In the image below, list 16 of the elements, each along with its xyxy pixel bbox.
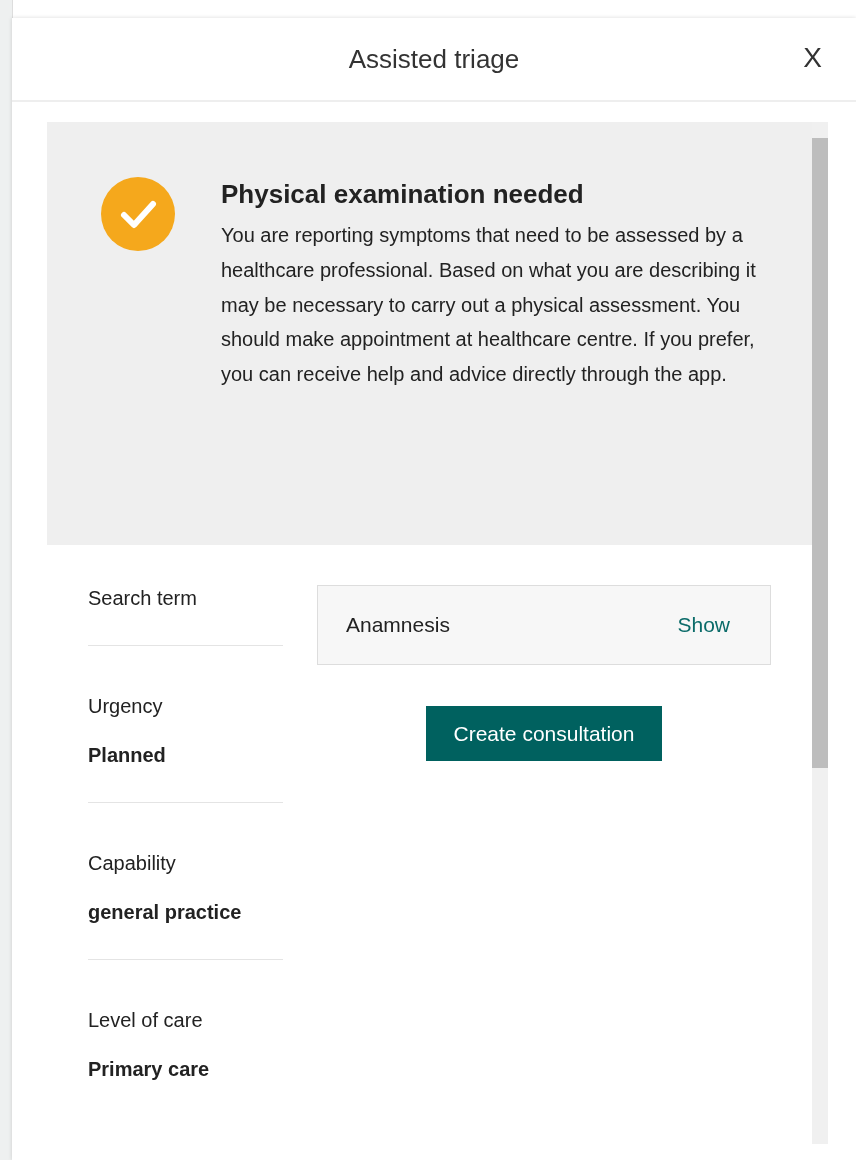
detail-label: Level of care [88, 1009, 204, 1032]
detail-value: Primary care [88, 1058, 211, 1081]
detail-value: general practice [88, 901, 243, 924]
dialog-title: Assisted triage [348, 43, 520, 75]
detail-label: Urgency [88, 695, 164, 718]
result-description: You are reporting symptoms that need to be assessed by a healthcare professional. Based on what you are describing it may be necessary to carry out a physical assessment. You should make appointment at healthcare centre. If you prefer, you can receive help and advice directly through the app. [221, 223, 757, 388]
result-title: Physical examination needed [221, 179, 585, 210]
detail-label: Capability [88, 852, 177, 875]
close-button[interactable]: X [799, 40, 826, 76]
anamnesis-label: Anamnesis [346, 613, 450, 637]
detail-value: Planned [88, 744, 167, 767]
create-consultation-button[interactable]: Create consultation [425, 706, 663, 761]
scrollbar[interactable] [812, 122, 828, 1144]
check-icon [101, 177, 175, 251]
detail-label: Search term [88, 587, 198, 610]
show-link[interactable]: Show [677, 613, 730, 637]
